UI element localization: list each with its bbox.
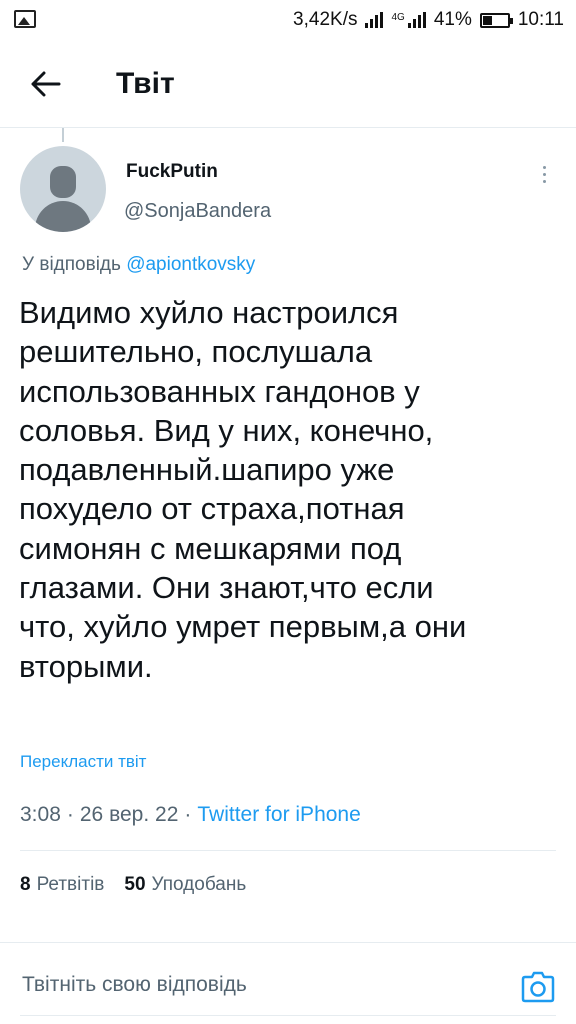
battery-fill — [482, 15, 492, 25]
tweet-date: 26 вер. 22 — [79, 803, 179, 826]
author-handle[interactable]: @SonjaBandera — [124, 200, 271, 223]
more-dot-icon — [542, 165, 546, 169]
tweet-source-link[interactable]: Twitter for iPhone — [197, 803, 360, 827]
likes-label: Уподобань — [151, 874, 247, 895]
meta-separator: · — [66, 803, 74, 826]
camera-button[interactable] — [518, 967, 558, 1007]
translate-tweet-link[interactable]: Перекласти твіт — [20, 752, 146, 772]
gallery-icon — [14, 10, 36, 28]
tweet-stats: 8 Ретвітів 50 Уподобань — [20, 874, 246, 896]
status-bar: 3,42K/s 4G 41% 10:11 — [0, 0, 576, 40]
likes-stat[interactable]: 50 Уподобань — [124, 874, 246, 896]
retweets-stat[interactable]: 8 Ретвітів — [20, 874, 104, 896]
reply-input[interactable]: Твітніть свою відповідь — [22, 973, 247, 997]
avatar-body — [35, 201, 91, 232]
avatar-head — [50, 166, 76, 198]
network-speed: 3,42K/s — [293, 9, 358, 30]
back-button[interactable] — [24, 62, 68, 106]
network-type: 4G — [391, 12, 405, 23]
reply-bar: Твітніть свою відповідь — [0, 942, 576, 1024]
author-name[interactable]: FuckPutin — [126, 161, 218, 183]
more-dot-icon — [542, 179, 546, 183]
more-options-button[interactable] — [534, 160, 554, 188]
avatar[interactable] — [20, 146, 106, 232]
more-dot-icon — [542, 172, 546, 176]
tweet-text: Видимо хуйло настроился решительно, посл… — [19, 295, 467, 684]
reply-to-link[interactable]: @apiontkovsky — [126, 254, 255, 275]
reply-underline — [20, 1015, 556, 1016]
reply-to: У відповідь @apiontkovsky — [22, 254, 255, 276]
likes-count: 50 — [124, 874, 146, 895]
arrow-left-icon — [31, 71, 61, 97]
battery-percent: 41% — [433, 9, 472, 30]
page-title: Твіт — [116, 67, 175, 100]
divider — [20, 850, 556, 851]
tweet-time: 3:08 — [20, 803, 61, 826]
thread-line — [62, 128, 64, 142]
battery-icon — [479, 12, 513, 28]
camera-icon — [521, 971, 555, 1003]
retweets-count: 8 — [20, 874, 31, 895]
retweets-label: Ретвітів — [36, 874, 105, 895]
reply-prefix: У відповідь — [22, 254, 121, 275]
meta-separator: · — [184, 803, 192, 826]
signal-4g-icon: 4G — [391, 12, 426, 28]
status-time: 10:11 — [517, 9, 564, 30]
signal-icon — [365, 12, 384, 28]
tweet-meta: 3:08 · 26 вер. 22 · Twitter for iPhone — [20, 803, 361, 827]
status-bar-right: 3,42K/s 4G 41% 10:11 — [293, 6, 564, 34]
header: Твіт — [0, 40, 576, 128]
